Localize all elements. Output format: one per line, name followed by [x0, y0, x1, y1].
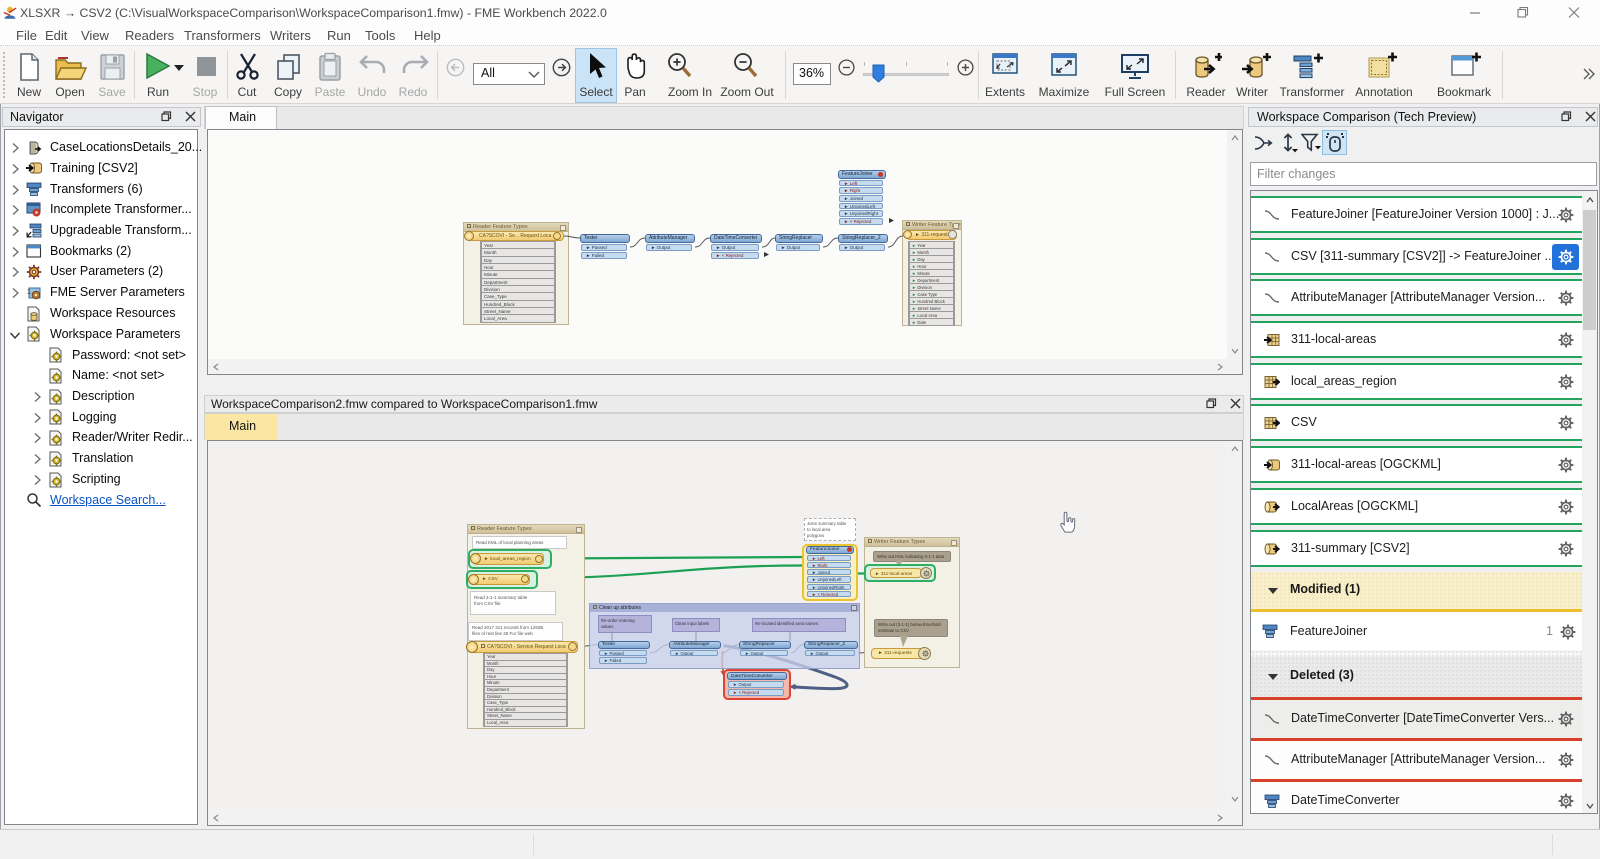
svg-text:1: 1 — [27, 289, 31, 296]
